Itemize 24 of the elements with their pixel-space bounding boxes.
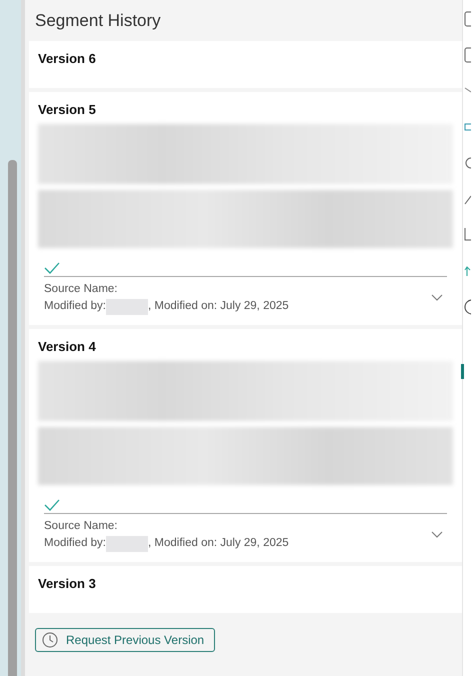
modified-date: , Modified on: July 29, 2025 (148, 299, 289, 314)
version-title: Version 4 (38, 339, 96, 354)
version-title: Version 5 (38, 102, 96, 117)
source-name-label: Source Name: (44, 282, 118, 297)
modified-by-label: Modified by: (44, 299, 106, 314)
redacted-name (106, 536, 148, 552)
check-icon (44, 262, 60, 274)
source-name-label: Source Name: (44, 519, 118, 534)
modified-date: , Modified on: July 29, 2025 (148, 536, 289, 551)
version-card[interactable]: Version 3 (29, 566, 462, 613)
version-title: Version 6 (38, 51, 96, 66)
chevron-down-icon[interactable] (431, 294, 443, 302)
redacted-name (106, 298, 148, 314)
scrollbar[interactable] (8, 160, 17, 676)
version-card[interactable]: Version 4 Source Name: Modified by: , Modified on: July 29, 2025 (29, 329, 462, 562)
modified-by-label: Modified by: (44, 536, 106, 551)
version-card[interactable]: Version 5 Source Name: Modified by: , Modified on: July 29, 2025 (29, 92, 462, 325)
version-title: Version 3 (38, 576, 96, 591)
check-icon (44, 499, 60, 511)
version-card[interactable]: Version 6 (29, 41, 462, 88)
clock-icon (42, 632, 58, 648)
panel-title: Segment History (34, 10, 162, 32)
chevron-down-icon[interactable] (431, 531, 443, 539)
request-previous-version-button[interactable]: Request Previous Version (35, 628, 216, 652)
